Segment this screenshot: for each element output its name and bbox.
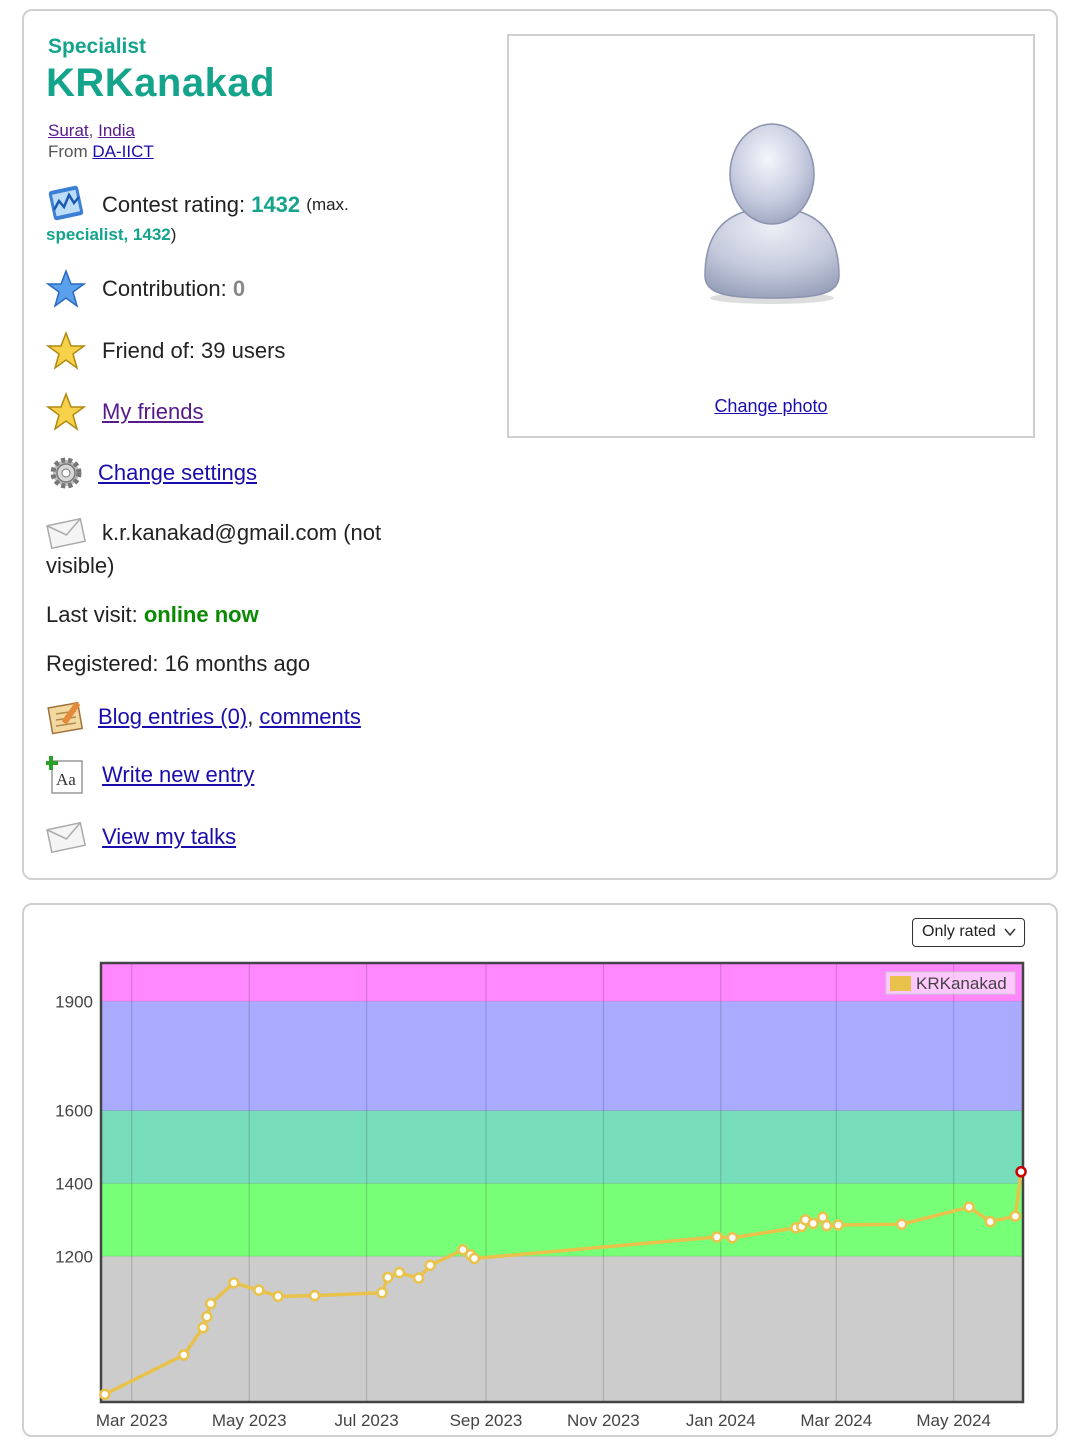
x-tick-label: May 2024 [916, 1411, 991, 1430]
blog-entries-link[interactable]: Blog entries (0) [98, 704, 247, 730]
gold-star-icon [46, 392, 86, 432]
rating-chart-icon [46, 185, 86, 225]
x-tick-label: Mar 2024 [800, 1411, 872, 1430]
max-rating-row: specialist, 1432) [46, 225, 176, 245]
email-row: k.r.kanakad@gmail.com (not [46, 513, 381, 553]
notepad-icon [46, 697, 86, 737]
from-label: From [48, 142, 88, 161]
settings-row: Change settings [46, 453, 257, 493]
city-link[interactable]: Surat [48, 121, 89, 140]
y-tick-label: 1400 [55, 1174, 93, 1193]
contribution-row: Contribution: 0 [46, 269, 245, 309]
rating-chart: Mar 2023 May 2023 Jul 2023 Sep 2023 Nov 2023… [55, 961, 1027, 1430]
legend-swatch [890, 976, 911, 991]
last-visit-value: online now [143, 602, 259, 627]
envelope-icon [46, 817, 86, 857]
contribution-label: Contribution: [102, 276, 227, 301]
rating-band [101, 963, 1023, 1002]
x-tick-label: Nov 2023 [567, 1411, 640, 1430]
rating-point [308, 1289, 321, 1302]
x-tick-label: Mar 2023 [96, 1411, 168, 1430]
gear-icon [46, 453, 86, 493]
rating-point [468, 1252, 481, 1265]
rating-point [984, 1215, 997, 1228]
y-tick-label: 1200 [55, 1247, 93, 1266]
rating-point [197, 1321, 209, 1334]
last-visit-row: Last visit: online now [46, 602, 259, 628]
organization-link[interactable]: DA-IICT [92, 142, 153, 161]
blog-separator: , [247, 704, 260, 729]
rating-point [253, 1284, 265, 1296]
envelope-icon [46, 513, 86, 553]
rating-point [895, 1218, 908, 1230]
default-avatar-icon [704, 123, 840, 304]
write-entry-row: Aa Write new entry [46, 755, 254, 795]
my-friends-link[interactable]: My friends [102, 399, 203, 425]
email-text: k.r.kanakad@gmail.com (not [102, 520, 382, 545]
contest-rating-label: Contest rating: [102, 192, 246, 217]
rating-chart-card: Only rated Mar 2023 May 2023 Jul 2023 Sep 2… [22, 903, 1058, 1437]
comments-link[interactable]: comments [259, 704, 360, 730]
x-tick-label: May 2023 [212, 1411, 287, 1430]
rating-point [272, 1290, 284, 1303]
rating-point [393, 1266, 406, 1279]
rating-band [101, 1183, 1023, 1257]
y-tick-label: 1600 [55, 1102, 93, 1121]
rating-point [204, 1297, 217, 1310]
write-new-entry-link[interactable]: Write new entry [102, 762, 254, 788]
my-friends-row: My friends [46, 392, 203, 432]
y-tick-label: 1900 [55, 992, 93, 1011]
talks-row: View my talks [46, 817, 236, 857]
rating-point [376, 1286, 388, 1299]
max-suffix: ) [170, 225, 177, 244]
location: Surat, India From DA-IICT [48, 121, 154, 161]
rating-point [178, 1349, 190, 1361]
rating-point [832, 1219, 844, 1231]
contribution-value: 0 [232, 276, 246, 301]
rating-point [412, 1272, 425, 1284]
max-prefix: (max. [306, 195, 349, 214]
last-visit-label: Last visit: [46, 602, 138, 627]
email-visibility: visible) [46, 553, 115, 578]
friend-of-row: Friend of: 39 users [46, 331, 285, 371]
current-rating-point [1015, 1166, 1027, 1178]
blue-star-icon [46, 269, 86, 309]
x-tick-label: Jan 2024 [686, 1411, 756, 1430]
rating-band [101, 1256, 1023, 1402]
svg-text:Aa: Aa [56, 770, 76, 789]
contest-rating-value: 1432 [251, 192, 301, 217]
gold-star-icon [46, 331, 86, 371]
rating-point [1009, 1210, 1022, 1222]
friend-of-text: Friend of: 39 users [102, 338, 286, 363]
rating-point [201, 1311, 213, 1323]
rating-point [963, 1201, 975, 1213]
rating-point [424, 1259, 436, 1272]
legend-label: KRKanakad [916, 974, 1007, 993]
rating-point [726, 1231, 739, 1244]
change-photo-link[interactable]: Change photo [509, 396, 1033, 417]
rating-point [228, 1277, 240, 1289]
new-entry-icon: Aa [46, 755, 86, 795]
country-link[interactable]: India [98, 121, 135, 140]
rank-title: Specialist [48, 35, 147, 58]
profile-photo-box: Change photo [507, 34, 1035, 438]
registered-text: Registered: 16 months ago [46, 651, 311, 676]
blog-row: Blog entries (0), comments [46, 697, 361, 737]
max-rating-value: specialist, 1432 [46, 225, 171, 244]
profile-card: Specialist KRKanakad Surat, India From D… [22, 9, 1058, 880]
rating-point [820, 1219, 833, 1232]
rating-point [99, 1388, 111, 1401]
user-handle: KRKanakad [46, 61, 276, 105]
rating-point [711, 1231, 723, 1243]
rating-band [101, 1110, 1023, 1184]
change-settings-link[interactable]: Change settings [98, 460, 257, 486]
x-tick-label: Jul 2023 [334, 1411, 398, 1430]
rating-point [382, 1271, 394, 1284]
x-tick-label: Sep 2023 [450, 1411, 523, 1430]
view-talks-link[interactable]: View my talks [102, 824, 236, 850]
rating-band [101, 1001, 1023, 1111]
rating-point [807, 1217, 819, 1230]
contest-rating-row: Contest rating: 1432 (max. [46, 185, 349, 225]
